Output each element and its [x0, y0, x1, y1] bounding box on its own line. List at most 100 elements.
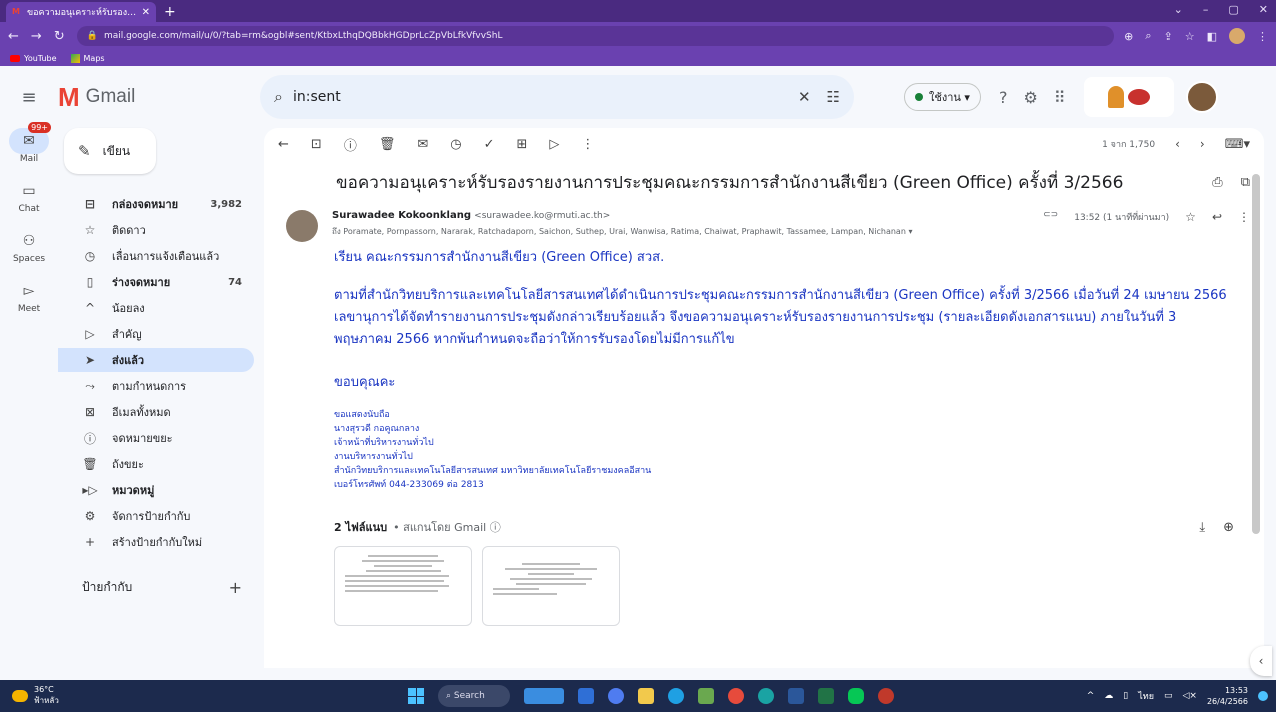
reload-icon[interactable]: ↻ [54, 29, 65, 44]
zoom-icon[interactable]: ⌕ [1145, 29, 1151, 43]
more-options-icon[interactable]: ⋮ [581, 137, 594, 152]
message-scrollbar[interactable] [1252, 174, 1260, 534]
sender-avatar[interactable] [286, 210, 318, 242]
sidebar-item-all-mail[interactable]: ⊠ อีเมลทั้งหมด [58, 400, 254, 424]
minimize-icon[interactable]: – [1203, 3, 1209, 16]
tab-close-icon[interactable]: ✕ [142, 7, 150, 18]
label-icon[interactable]: ▷ [549, 137, 559, 152]
new-tab-button[interactable]: + [164, 4, 176, 20]
chrome-browser-icon[interactable] [728, 688, 744, 704]
search-options-icon[interactable]: ☷ [827, 88, 840, 106]
sidebar-item-create-label[interactable]: + สร้างป้ายกำกับใหม่ [58, 530, 254, 554]
onedrive-cloud-icon[interactable]: ☁ [1104, 691, 1113, 701]
rail-item-spaces[interactable]: ⚇ Spaces [0, 228, 58, 264]
newer-chevron-left-icon[interactable]: ‹ [1175, 137, 1180, 151]
open-new-window-icon[interactable]: ⧉ [1241, 175, 1250, 190]
file-explorer-icon[interactable] [638, 688, 654, 704]
rail-item-mail[interactable]: ✉ 99+ Mail [0, 122, 58, 164]
search-icon[interactable]: ⌕ [274, 87, 283, 107]
delete-icon[interactable]: 🗑 [379, 137, 396, 152]
settings-gear-icon[interactable]: ⚙ [1023, 88, 1037, 107]
tray-chevron-up-icon[interactable]: ^ [1087, 691, 1095, 701]
move-to-icon[interactable]: ⊞ [517, 137, 528, 152]
download-all-icon[interactable]: ⤓ [1199, 520, 1205, 535]
archive-icon[interactable]: ⊡ [311, 137, 322, 152]
sidepanel-icon[interactable]: ◧ [1207, 30, 1217, 43]
rail-item-meet[interactable]: ▻ Meet [0, 278, 58, 314]
browser-profile-avatar[interactable] [1229, 28, 1245, 44]
notification-icon[interactable] [1258, 691, 1268, 701]
browser-menu-icon[interactable]: ⋮ [1257, 30, 1268, 43]
gmail-logo[interactable]: M Gmail [58, 82, 260, 113]
older-chevron-right-icon[interactable]: › [1200, 137, 1205, 151]
close-window-icon[interactable]: ✕ [1259, 3, 1268, 16]
taskbar-search[interactable]: ⌕ Search [438, 685, 510, 707]
browser-tab[interactable]: M ขอความอนุเคราะห์รับรองรายงานการประชุม … [6, 2, 156, 22]
account-avatar[interactable] [1185, 81, 1218, 113]
sidebar-item-drafts[interactable]: ▯ ร่างจดหมาย 74 [58, 270, 254, 294]
widgets-app-icon[interactable] [524, 688, 564, 704]
compose-button[interactable]: ✎ เขียน [64, 128, 156, 174]
battery-icon[interactable]: ▯ [1123, 691, 1128, 701]
message-more-icon[interactable]: ⋮ [1238, 210, 1250, 224]
bookmark-youtube[interactable]: YouTube [10, 54, 57, 63]
store-app-icon[interactable] [698, 688, 714, 704]
word-app-icon[interactable] [788, 688, 804, 704]
volume-icon[interactable]: ◁× [1183, 691, 1197, 701]
add-label-plus-icon[interactable]: + [229, 578, 242, 597]
excel-app-icon[interactable] [818, 688, 834, 704]
share-icon[interactable]: ⇪ [1164, 30, 1173, 43]
sidebar-item-spam[interactable]: ⓘ จดหมายขยะ [58, 426, 254, 450]
back-icon[interactable]: ← [8, 29, 19, 44]
help-icon[interactable]: ? [999, 88, 1008, 107]
attachment-thumbnail[interactable] [334, 546, 472, 626]
sidebar-item-inbox[interactable]: ⊟ กล่องจดหมาย 3,982 [58, 192, 254, 216]
chrome-profile-app-icon[interactable] [878, 688, 894, 704]
snooze-icon[interactable]: ◷ [450, 137, 461, 152]
bookmark-star-icon[interactable]: ☆ [1185, 30, 1195, 43]
keyboard-input-icon[interactable]: ⌨▾ [1225, 137, 1250, 152]
taskbar-clock[interactable]: 13:53 26/4/2566 [1207, 685, 1248, 707]
add-to-tasks-icon[interactable]: ✓ [484, 137, 495, 152]
weather-widget[interactable]: 36°C ฟ้าหลัว [12, 685, 132, 707]
search-input[interactable] [292, 89, 798, 105]
network-icon[interactable]: ▭ [1164, 691, 1173, 701]
side-panel-toggle-chevron-icon[interactable]: ‹ [1250, 646, 1272, 676]
attachment-thumbnail[interactable] [482, 546, 620, 626]
forward-icon[interactable]: → [31, 29, 42, 44]
rail-item-chat[interactable]: ▭ Chat [0, 178, 58, 214]
bookmark-maps[interactable]: Maps [70, 53, 105, 63]
sidebar-item-important[interactable]: ▷ สำคัญ [58, 322, 254, 346]
organization-logo[interactable] [1083, 77, 1174, 117]
apps-grid-icon[interactable]: ⠿ [1054, 88, 1066, 107]
sidebar-item-starred[interactable]: ☆ ติดดาว [58, 218, 254, 242]
sidebar-item-less[interactable]: ^ น้อยลง [58, 296, 254, 320]
reply-icon[interactable]: ↩ [1212, 210, 1222, 224]
sidebar-item-manage-labels[interactable]: ⚙ จัดการป้ายกำกับ [58, 504, 254, 528]
sidebar-item-categories[interactable]: ▸▷ หมวดหมู่ [58, 478, 254, 502]
star-message-icon[interactable]: ☆ [1185, 210, 1196, 224]
restore-icon[interactable]: ▢ [1228, 3, 1238, 16]
task-view-icon[interactable] [578, 688, 594, 704]
recipients-line[interactable]: ถึง Poramate, Pornpassorn, Nararak, Ratc… [332, 225, 1043, 238]
line-app-icon[interactable] [848, 688, 864, 704]
add-to-drive-icon[interactable]: ⊕ [1223, 520, 1234, 535]
chat-app-icon[interactable] [608, 688, 624, 704]
url-field[interactable]: 🔒 mail.google.com/mail/u/0/?tab=rm&ogbl#… [76, 26, 1115, 46]
sidebar-item-sent[interactable]: ➤ ส่งแล้ว [58, 348, 254, 372]
report-spam-icon[interactable]: ⓘ [344, 135, 357, 154]
status-selector[interactable]: ใช้งาน ▾ [904, 83, 981, 111]
tab-search-icon[interactable]: ⌄ [1174, 3, 1183, 16]
edge-browser-icon[interactable] [668, 688, 684, 704]
teams-app-icon[interactable] [758, 688, 774, 704]
main-menu-icon[interactable]: ≡ [0, 87, 58, 108]
clear-search-icon[interactable]: ✕ [798, 88, 811, 106]
back-to-list-icon[interactable]: ← [278, 137, 289, 152]
print-icon[interactable]: ⎙ [1212, 175, 1222, 190]
input-language[interactable]: ไทย [1138, 689, 1154, 703]
windows-start-icon[interactable] [408, 688, 424, 704]
install-icon[interactable]: ⊕ [1124, 30, 1133, 43]
mark-unread-icon[interactable]: ✉ [417, 137, 428, 152]
sidebar-item-trash[interactable]: 🗑 ถังขยะ [58, 452, 254, 476]
sidebar-item-snoozed[interactable]: ◷ เลื่อนการแจ้งเตือนแล้ว [58, 244, 254, 268]
